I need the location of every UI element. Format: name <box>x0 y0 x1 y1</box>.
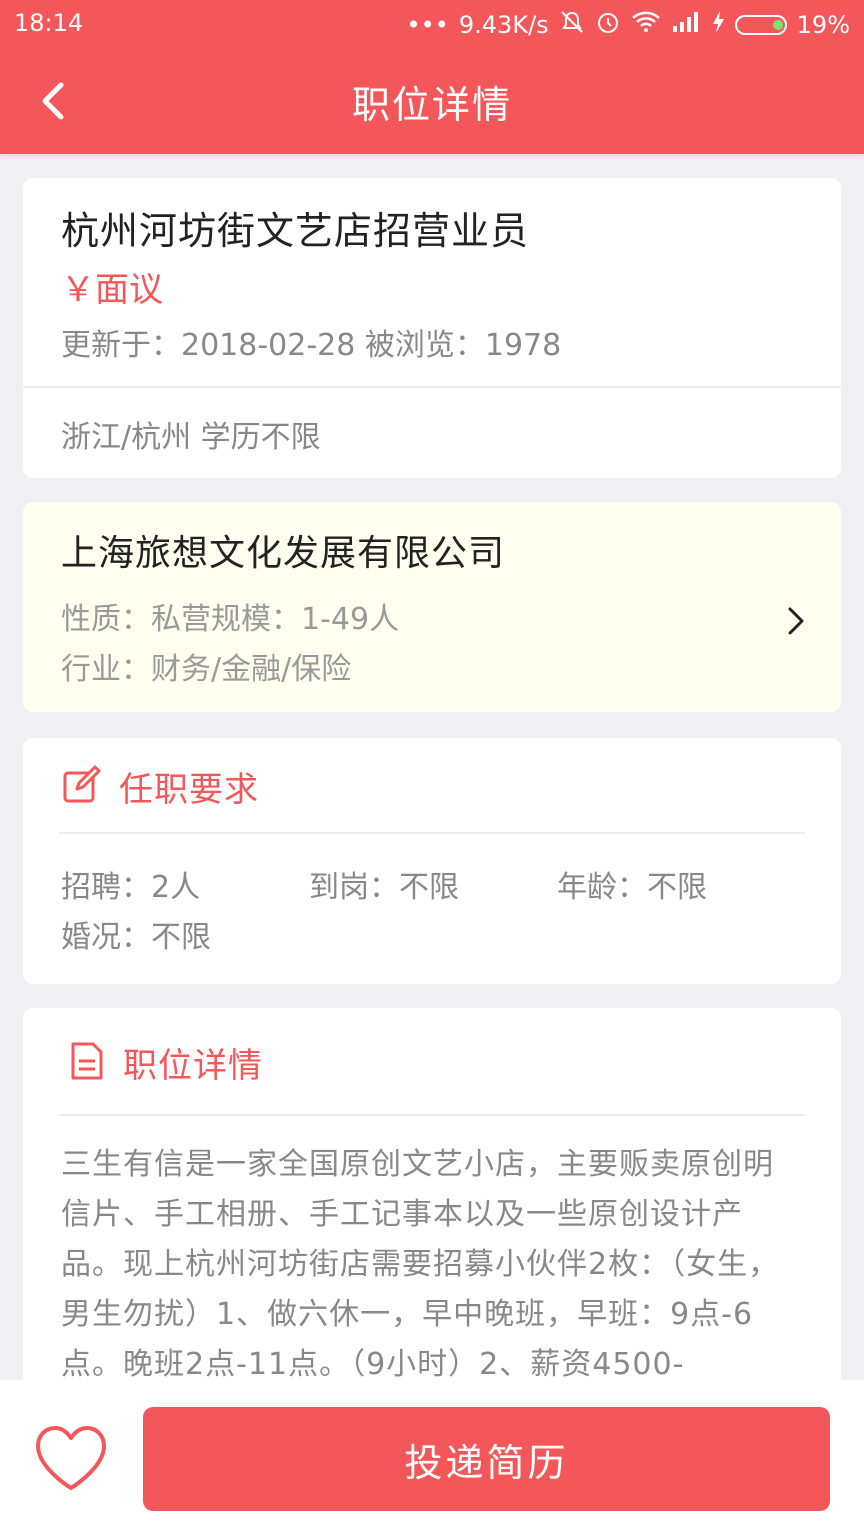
company-industry: 行业：财务/金融/保险 <box>61 652 352 687</box>
detail-header: 职位详情 <box>69 1038 263 1087</box>
heart-icon <box>36 1426 106 1490</box>
job-meta: 更新于：2018-02-28 被浏览：1978 <box>61 328 562 363</box>
page-title: 职位详情 <box>351 83 512 127</box>
company-card[interactable]: 上海旅想文化发展有限公司 性质：私营规模：1-49人 行业：财务/金融/保险 <box>23 502 841 712</box>
status-time: 18:14 <box>14 9 84 37</box>
mute-icon <box>559 10 585 40</box>
job-summary-card: 杭州河坊街文艺店招营业员 ￥面议 更新于：2018-02-28 被浏览：1978… <box>23 178 841 478</box>
bottom-action-bar: 投递简历 <box>0 1380 864 1536</box>
divider <box>59 832 805 834</box>
divider <box>23 386 841 388</box>
favorite-button[interactable] <box>34 1424 108 1496</box>
detail-title: 职位详情 <box>123 1046 263 1086</box>
charging-icon <box>711 10 725 40</box>
app-bar: 职位详情 <box>0 50 864 154</box>
edit-icon <box>61 765 101 809</box>
company-type-size: 性质：私营规模：1-49人 <box>61 602 400 637</box>
job-tags: 浙江/杭州 学历不限 <box>61 420 321 455</box>
requirements-title: 任职要求 <box>119 770 259 810</box>
wifi-icon <box>631 10 661 40</box>
salary: ￥面议 <box>61 270 163 310</box>
document-icon <box>69 1041 105 1085</box>
req-marital: 婚况：不限 <box>61 920 211 955</box>
alarm-icon <box>595 9 621 41</box>
more-dots: ••• <box>406 11 449 39</box>
submit-resume-button[interactable]: 投递简历 <box>143 1407 830 1511</box>
battery-icon <box>734 15 787 35</box>
signal-icon <box>671 10 701 40</box>
chevron-right-icon <box>787 606 805 640</box>
job-detail-card: 职位详情 三生有信是一家全国原创文艺小店，主要贩卖原创明信片、手工相册、手工记事… <box>23 1008 841 1428</box>
req-start: 到岗：不限 <box>309 870 459 905</box>
detail-text: 三生有信是一家全国原创文艺小店，主要贩卖原创明信片、手工相册、手工记事本以及一些… <box>61 1147 780 1382</box>
net-speed: 9.43K/s <box>458 11 549 39</box>
company-name: 上海旅想文化发展有限公司 <box>61 533 506 574</box>
req-headcount: 招聘：2人 <box>61 870 201 905</box>
req-age: 年龄：不限 <box>557 870 707 905</box>
requirements-card: 任职要求 招聘：2人 到岗：不限 年龄：不限 婚况：不限 <box>23 738 841 984</box>
battery-level: 19% <box>796 11 850 39</box>
requirements-header: 任职要求 <box>61 762 259 811</box>
status-indicators: ••• 9.43K/s 19% <box>406 9 850 41</box>
job-title: 杭州河坊街文艺店招营业员 <box>61 209 530 253</box>
divider <box>59 1114 805 1116</box>
status-bar: 18:14 ••• 9.43K/s 19% <box>0 0 864 50</box>
